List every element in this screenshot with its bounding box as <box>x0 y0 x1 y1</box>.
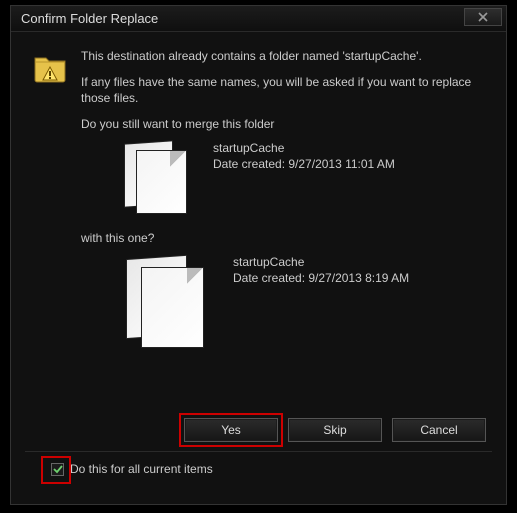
warning-folder-icon <box>33 50 67 84</box>
dialog-content: This destination already contains a fold… <box>11 32 506 504</box>
confirm-folder-replace-dialog: Confirm Folder Replace This destination … <box>10 5 507 505</box>
source-folder-name: startupCache <box>213 141 395 155</box>
source-folder-block: startupCache Date created: 9/27/2013 11:… <box>117 139 484 217</box>
do-for-all-label: Do this for all current items <box>70 462 213 476</box>
titlebar[interactable]: Confirm Folder Replace <box>11 6 506 32</box>
with-this-one-label: with this one? <box>81 231 484 245</box>
message-replace-warning: If any files have the same names, you wi… <box>81 74 484 106</box>
dest-folder-date: Date created: 9/27/2013 8:19 AM <box>233 271 409 285</box>
close-icon <box>478 12 488 22</box>
dialog-title: Confirm Folder Replace <box>21 11 500 26</box>
do-for-all-row: Do this for all current items <box>51 462 213 476</box>
folder-thumbnail-icon <box>117 253 215 351</box>
dest-folder-block: startupCache Date created: 9/27/2013 8:1… <box>117 253 484 351</box>
yes-button[interactable]: Yes <box>184 418 278 442</box>
do-for-all-checkbox[interactable] <box>51 463 64 476</box>
dest-folder-name: startupCache <box>233 255 409 269</box>
button-row: Yes Skip Cancel <box>184 418 486 442</box>
skip-button[interactable]: Skip <box>288 418 382 442</box>
close-button[interactable] <box>464 8 502 26</box>
separator <box>25 451 492 452</box>
source-folder-date: Date created: 9/27/2013 11:01 AM <box>213 157 395 171</box>
message-existing-folder: This destination already contains a fold… <box>81 48 484 64</box>
folder-thumbnail-icon <box>117 139 195 217</box>
merge-question: Do you still want to merge this folder <box>81 117 484 131</box>
checkmark-icon <box>53 464 63 474</box>
cancel-button[interactable]: Cancel <box>392 418 486 442</box>
